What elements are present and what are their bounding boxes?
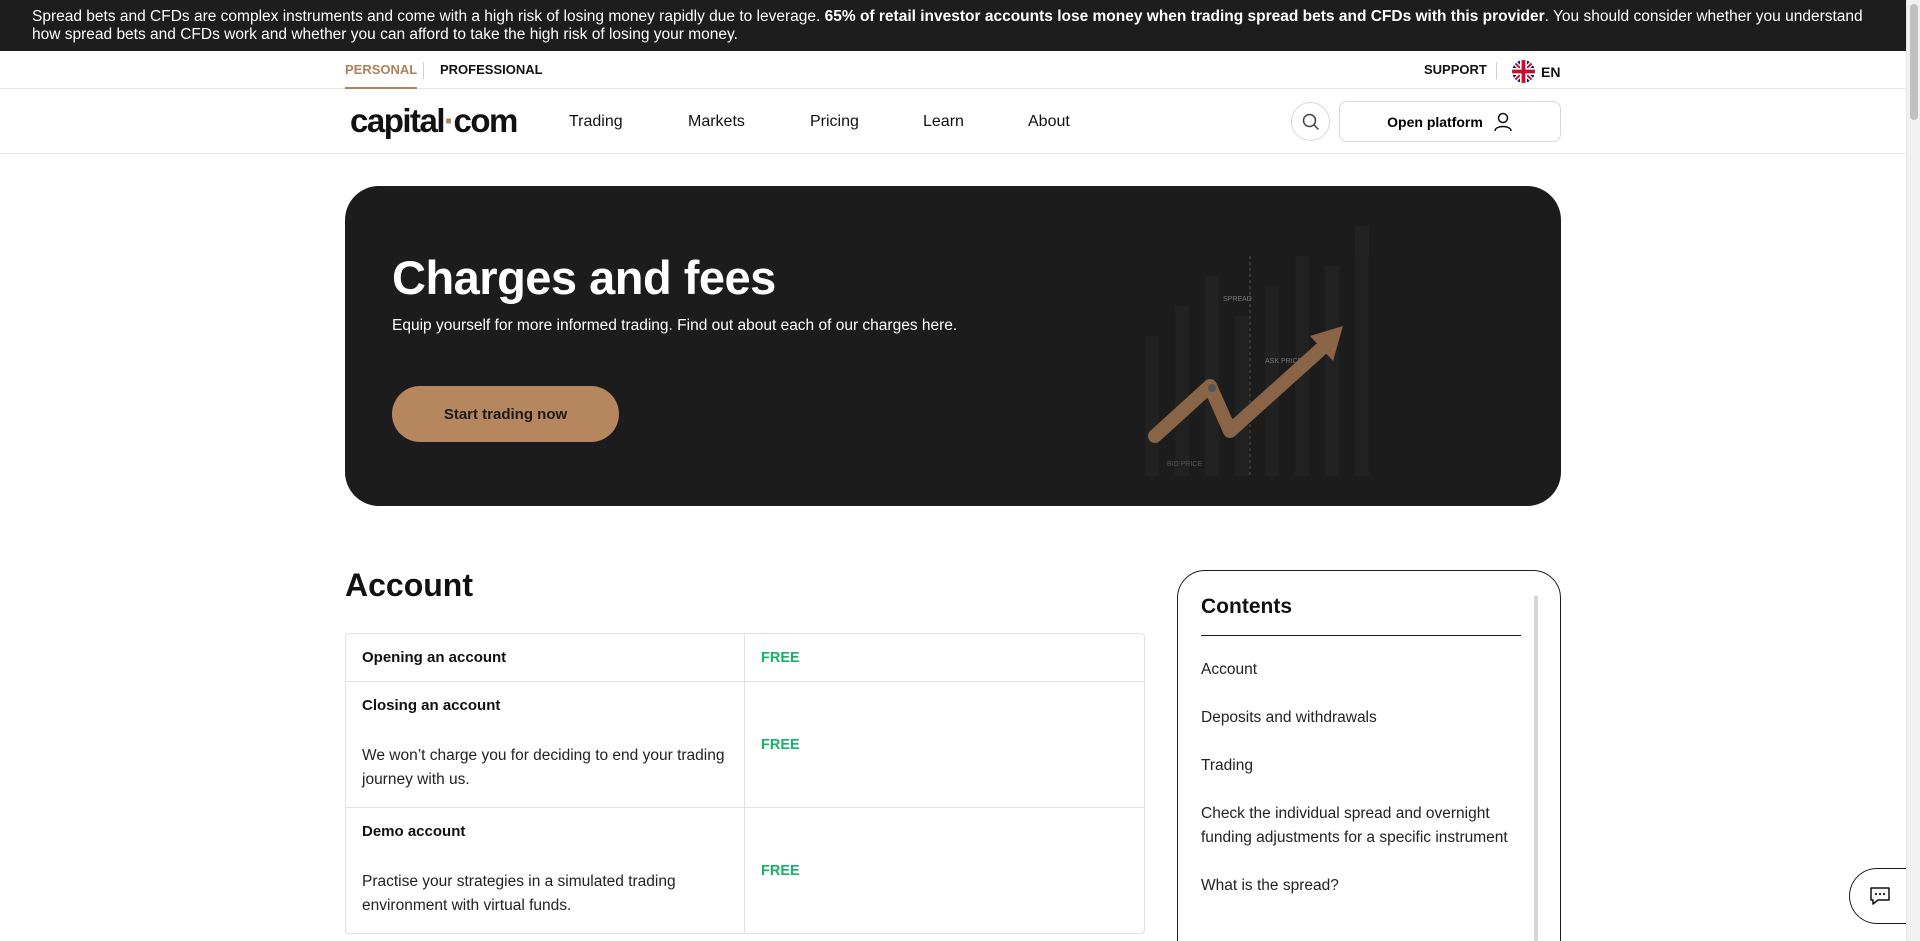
risk-text-bold: 65% of retail investor accounts lose mon… [824, 8, 1545, 25]
fee-description: We won’t charge you for deciding to end … [362, 747, 725, 788]
bid-price-label: BID PRICE [1167, 461, 1202, 468]
professional-tab[interactable]: PROFESSIONAL [440, 51, 543, 89]
nav-trading[interactable]: Trading [569, 89, 623, 154]
segment-divider [423, 62, 424, 79]
logo-dot: · [444, 102, 455, 139]
page-title: Charges and fees [392, 251, 776, 304]
fee-value-cell: FREE [745, 808, 1144, 933]
hero-subtitle: Equip yourself for more informed trading… [392, 317, 958, 334]
nav-about[interactable]: About [1028, 89, 1070, 154]
contents-link-account[interactable]: Account [1201, 648, 1521, 696]
topbar-divider [1496, 62, 1497, 79]
chat-icon [1869, 887, 1890, 905]
fee-label-cell: Demo account Practise your strategies in… [346, 808, 745, 933]
fee-value: FREE [761, 862, 800, 879]
scrollbar-thumb[interactable] [1910, 4, 1918, 120]
capital-com-logo[interactable]: capital·com [350, 102, 519, 140]
contents-title: Contents [1201, 595, 1521, 636]
top-bar: PERSONAL PROFESSIONAL SUPPORT EN [0, 51, 1906, 89]
open-platform-button[interactable]: Open platform [1339, 101, 1561, 142]
page-scrollbar[interactable] [1906, 0, 1920, 941]
contents-link-trading[interactable]: Trading [1201, 744, 1521, 792]
user-icon [1494, 112, 1512, 131]
table-row: Demo account Practise your strategies in… [346, 807, 1144, 933]
nav-markets[interactable]: Markets [688, 89, 745, 154]
spread-label: SPREAD [1223, 296, 1252, 303]
ask-price-label: ASK PRICE [1265, 358, 1303, 365]
fee-title: Closing an account [362, 697, 501, 714]
language-selector[interactable]: EN [1512, 60, 1560, 83]
personal-tab[interactable]: PERSONAL [345, 51, 418, 89]
search-icon [1302, 113, 1319, 130]
contents-link-what-is-spread[interactable]: What is the spread? [1201, 864, 1521, 912]
table-row: Opening an account FREE [346, 634, 1144, 681]
fee-value-cell: FREE [745, 634, 1144, 681]
uk-flag-icon [1512, 60, 1535, 83]
fee-value: FREE [761, 649, 800, 666]
fee-value-cell: FREE [745, 682, 1144, 807]
contents-link-spread-check[interactable]: Check the individual spread and overnigh… [1201, 792, 1521, 864]
contents-link-deposits[interactable]: Deposits and withdrawals [1201, 696, 1521, 744]
support-link[interactable]: SUPPORT [1424, 51, 1487, 89]
table-row: Closing an account We won’t charge you f… [346, 681, 1144, 807]
account-fees-table: Opening an account FREE Closing an accou… [345, 633, 1145, 934]
search-button[interactable] [1291, 102, 1330, 141]
risk-warning-banner: Spread bets and CFDs are complex instrum… [0, 0, 1906, 51]
hero-banner: Charges and fees Equip yourself for more… [345, 186, 1561, 506]
nav-pricing[interactable]: Pricing [810, 89, 859, 154]
language-label: EN [1541, 63, 1561, 80]
fee-title: Demo account [362, 823, 466, 840]
logo-text-left: capital [350, 102, 446, 139]
price-chart-illustration: SPREAD ASK PRICE BID PRICE [1145, 226, 1369, 476]
start-trading-button[interactable]: Start trading now [392, 386, 619, 442]
chat-button[interactable] [1849, 868, 1909, 924]
risk-text-start: Spread bets and CFDs are complex instrum… [32, 8, 825, 25]
open-platform-label: Open platform [1387, 113, 1483, 130]
fee-label-cell: Closing an account We won’t charge you f… [346, 682, 745, 807]
main-navbar: capital·com Trading Markets Pricing Lear… [0, 89, 1906, 154]
fee-description: Practise your strategies in a simulated … [362, 873, 676, 914]
fee-title: Opening an account [362, 649, 507, 666]
contents-panel: Contents Account Deposits and withdrawal… [1177, 570, 1561, 941]
fee-value: FREE [761, 736, 800, 753]
contents-scrollbar[interactable] [1534, 595, 1538, 941]
contents-list: Account Deposits and withdrawals Trading… [1201, 648, 1521, 912]
account-section-title: Account [345, 567, 473, 603]
nav-learn[interactable]: Learn [923, 89, 964, 154]
logo-text-right: com [453, 102, 519, 139]
fee-label-cell: Opening an account [346, 634, 745, 681]
